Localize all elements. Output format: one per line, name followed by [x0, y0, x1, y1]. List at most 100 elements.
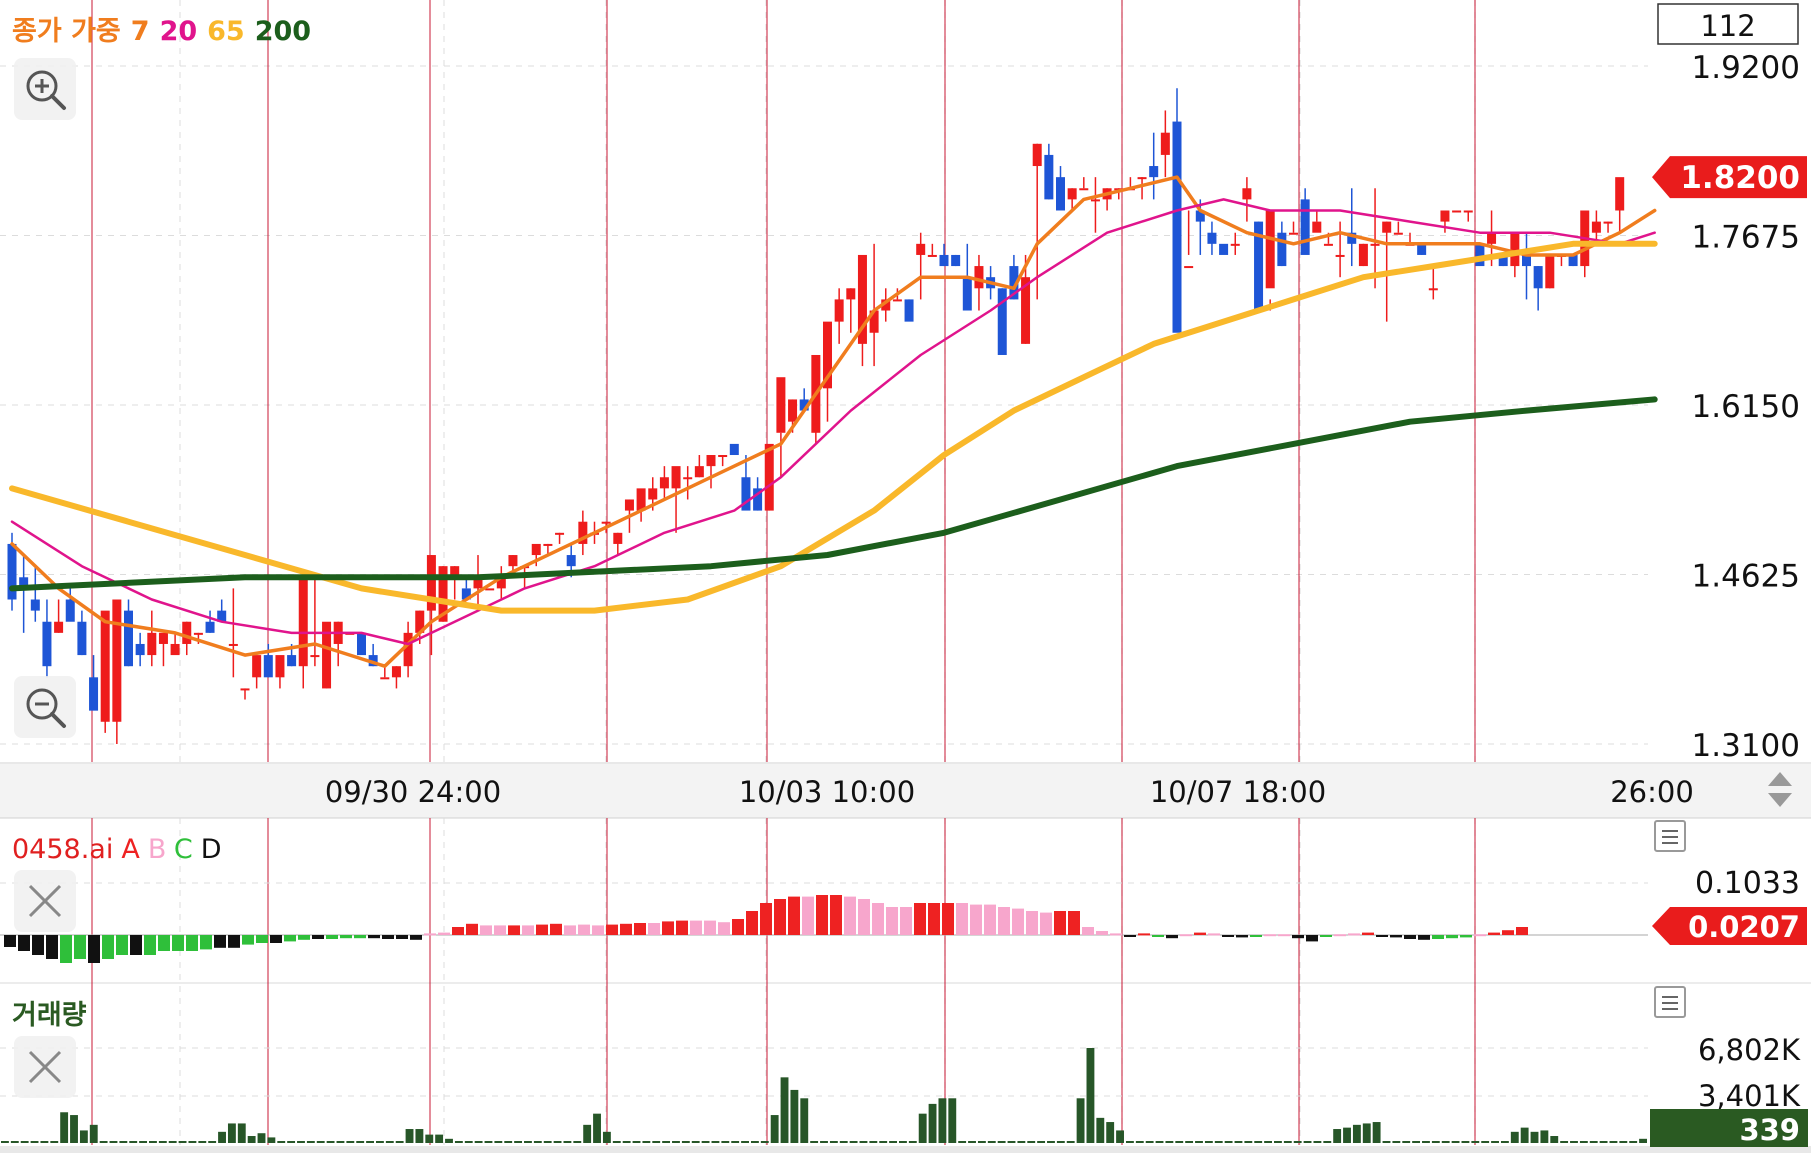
indicator-bar: [1446, 935, 1458, 939]
volume-bar: [70, 1115, 78, 1143]
volume-bar: [208, 1141, 217, 1143]
candle-body: [1184, 266, 1194, 269]
volume-bar: [1086, 1048, 1095, 1143]
candle-body: [531, 543, 541, 556]
top-value-text: 112: [1700, 9, 1755, 43]
volume-bar: [1639, 1138, 1647, 1143]
candle-body: [706, 455, 716, 467]
candle-body: [1615, 177, 1625, 211]
close-indicator-button[interactable]: [14, 870, 76, 932]
candle-body: [1428, 288, 1438, 291]
volume-bar: [987, 1141, 996, 1143]
indicator-bar: [1474, 934, 1486, 937]
candle-body: [1603, 221, 1613, 224]
candle-body: [659, 477, 669, 489]
price-legend-title: 종가 가중: [12, 16, 121, 47]
candle-body: [683, 477, 693, 480]
indicator-bar: [1040, 912, 1052, 935]
volume-menu-button[interactable]: [1654, 986, 1686, 1018]
indicator-bar: [1026, 911, 1038, 935]
volume-current-text: 339: [1739, 1113, 1800, 1147]
volume-bar: [859, 1141, 868, 1143]
candle-body: [543, 543, 553, 546]
indicator-bar: [410, 935, 422, 940]
zoom-out-icon: [26, 688, 66, 728]
indicator-bar: [1096, 931, 1108, 935]
indicator-bar: [4, 935, 16, 947]
close-icon: [28, 884, 62, 918]
volume-bar: [691, 1141, 700, 1143]
close-volume-button[interactable]: [14, 1036, 76, 1098]
indicator-menu-button[interactable]: [1654, 820, 1686, 852]
candle-body: [601, 521, 611, 524]
indicator-bar: [1082, 927, 1094, 935]
volume-bar: [356, 1141, 365, 1143]
candle-body: [1137, 177, 1147, 180]
candle-body: [729, 443, 739, 456]
candle-body: [275, 655, 285, 678]
candle-body: [1393, 232, 1403, 235]
volume-bar: [1352, 1124, 1361, 1143]
indicator-legend-B: B: [148, 834, 166, 865]
volume-bar: [474, 1141, 483, 1143]
volume-bar: [1224, 1141, 1233, 1143]
indicator-bar: [130, 935, 142, 955]
indicator-bar: [396, 935, 408, 939]
indicator-bar: [1264, 934, 1276, 937]
candle-body: [1172, 121, 1182, 333]
indicator-bar: [354, 935, 366, 939]
indicator-bar: [46, 935, 58, 959]
candle-body: [892, 299, 902, 302]
x-tick-label: 09/30 24:00: [325, 775, 501, 809]
indicator-bar: [200, 935, 212, 950]
volume-bar: [484, 1141, 493, 1143]
candle-body: [112, 599, 122, 722]
volume-bar: [60, 1112, 69, 1143]
indicator-bar: [984, 904, 996, 935]
volume-bar: [1451, 1141, 1460, 1143]
volume-bar: [1520, 1127, 1529, 1143]
volume-legend: 거래량: [12, 1000, 87, 1031]
menu-icon: [1662, 996, 1678, 998]
y-tick-label: 1.4625: [1692, 559, 1800, 595]
candle-body: [1370, 243, 1380, 246]
candle-body: [1452, 210, 1462, 213]
volume-bar: [1066, 1141, 1075, 1143]
indicator-bar: [788, 896, 800, 935]
volume-bar: [672, 1141, 680, 1143]
trading-chart[interactable]: 1.3100 1.4625 1.6150 1.7675 1.9200 종가 가중 7 20 65…: [0, 0, 1811, 1153]
candle-body: [391, 666, 401, 678]
volume-bar: [1530, 1131, 1539, 1143]
indicator-bar: [1152, 935, 1164, 937]
volume-bar: [50, 1141, 59, 1143]
volume-bar: [928, 1103, 937, 1143]
volume-bar: [1, 1141, 9, 1143]
candle-body: [1312, 221, 1322, 233]
indicator-bar: [368, 935, 380, 939]
indicator-bar: [452, 927, 464, 935]
volume-bar: [820, 1141, 828, 1143]
candle-body: [380, 677, 390, 680]
indicator-bar: [1292, 935, 1304, 939]
volume-bar: [1579, 1141, 1588, 1143]
candle-body: [1289, 232, 1298, 235]
zoom-out-button[interactable]: [14, 676, 76, 738]
volume-bar: [977, 1141, 986, 1143]
volume-bar: [188, 1141, 197, 1143]
zoom-in-icon: [26, 70, 66, 110]
candle-body: [1277, 232, 1287, 267]
volume-bar: [1007, 1141, 1016, 1143]
volume-bar: [1293, 1141, 1302, 1143]
volume-bar: [642, 1141, 651, 1143]
indicator-bar: [550, 923, 562, 935]
indicator-bar: [1278, 934, 1290, 937]
volume-bar: [1431, 1141, 1440, 1143]
indicator-bar: [172, 935, 184, 951]
volume-bar: [1135, 1141, 1144, 1143]
indicator-bar: [564, 925, 576, 935]
zoom-in-button[interactable]: [14, 58, 76, 120]
indicator-bar: [1502, 930, 1514, 935]
volume-bar: [563, 1141, 572, 1143]
indicator-bar: [858, 899, 870, 935]
y-tick-label: 1.9200: [1692, 50, 1800, 86]
